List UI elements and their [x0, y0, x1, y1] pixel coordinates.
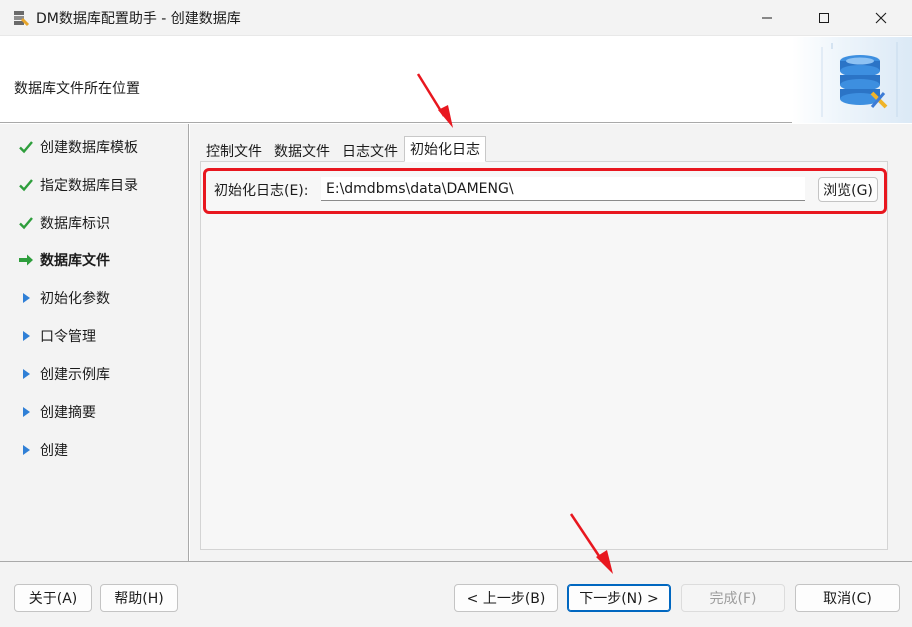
right-arrow-icon	[18, 252, 34, 268]
triangle-right-icon	[18, 442, 34, 458]
step-item-current: 数据库文件	[18, 250, 110, 270]
step-item: 创建	[18, 440, 68, 460]
tab-data-file[interactable]: 数据文件	[268, 138, 336, 163]
title-bar: DM数据库配置助手 - 创建数据库	[0, 0, 912, 36]
minimize-button[interactable]	[744, 0, 790, 36]
step-item: 创建数据库模板	[18, 137, 138, 157]
init-log-label: 初始化日志(E):	[214, 183, 309, 199]
wizard-footer: 关于(A) 帮助(H) < 上一步(B) 下一步(N) > 完成(F) 取消(C…	[0, 561, 912, 627]
triangle-right-icon	[18, 404, 34, 420]
finish-button: 完成(F)	[681, 584, 785, 612]
step-item: 口令管理	[18, 326, 96, 346]
step-item: 初始化参数	[18, 288, 110, 308]
step-label: 数据库文件	[40, 253, 110, 269]
step-label: 口令管理	[40, 329, 96, 345]
minimize-icon	[762, 17, 772, 19]
wizard-steps: 创建数据库模板 指定数据库目录 数据库标识 数据库文件 初始化参数 口令管理 创…	[0, 124, 189, 561]
step-item: 创建示例库	[18, 364, 110, 384]
prev-button[interactable]: < 上一步(B)	[454, 584, 558, 612]
maximize-button[interactable]	[801, 0, 847, 36]
step-item: 数据库标识	[18, 213, 110, 233]
maximize-icon	[819, 13, 829, 23]
triangle-right-icon	[18, 366, 34, 382]
next-button[interactable]: 下一步(N) >	[567, 584, 671, 612]
tab-strip: 控制文件 数据文件 日志文件 初始化日志	[200, 136, 486, 163]
step-label: 创建示例库	[40, 367, 110, 383]
close-icon	[875, 12, 887, 24]
tab-init-log[interactable]: 初始化日志	[404, 136, 486, 162]
step-item: 指定数据库目录	[18, 175, 138, 195]
app-icon	[14, 11, 30, 27]
main-panel: 控制文件 数据文件 日志文件 初始化日志 初始化日志(E): 浏览(G)	[190, 124, 912, 561]
help-button[interactable]: 帮助(H)	[100, 584, 178, 612]
about-button[interactable]: 关于(A)	[14, 584, 92, 612]
tab-control-file[interactable]: 控制文件	[200, 138, 268, 163]
wizard-header: 数据库文件所在位置	[0, 37, 912, 123]
triangle-right-icon	[18, 290, 34, 306]
browse-button[interactable]: 浏览(G)	[818, 177, 878, 202]
step-label: 创建	[40, 443, 68, 459]
close-button[interactable]	[858, 0, 904, 36]
page-title: 数据库文件所在位置	[14, 81, 140, 97]
check-icon	[18, 177, 34, 193]
check-icon	[18, 139, 34, 155]
tab-log-file[interactable]: 日志文件	[336, 138, 404, 163]
tab-panel	[200, 161, 888, 550]
step-label: 数据库标识	[40, 216, 110, 232]
check-icon	[18, 215, 34, 231]
header-graphic	[792, 37, 912, 123]
cancel-button[interactable]: 取消(C)	[795, 584, 900, 612]
step-label: 创建数据库模板	[40, 140, 138, 156]
init-log-path-input[interactable]	[321, 177, 805, 201]
window-title: DM数据库配置助手 - 创建数据库	[36, 11, 241, 27]
step-item: 创建摘要	[18, 402, 96, 422]
step-label: 初始化参数	[40, 291, 110, 307]
step-label: 创建摘要	[40, 405, 96, 421]
triangle-right-icon	[18, 328, 34, 344]
database-icon	[821, 42, 898, 117]
step-label: 指定数据库目录	[40, 178, 138, 194]
